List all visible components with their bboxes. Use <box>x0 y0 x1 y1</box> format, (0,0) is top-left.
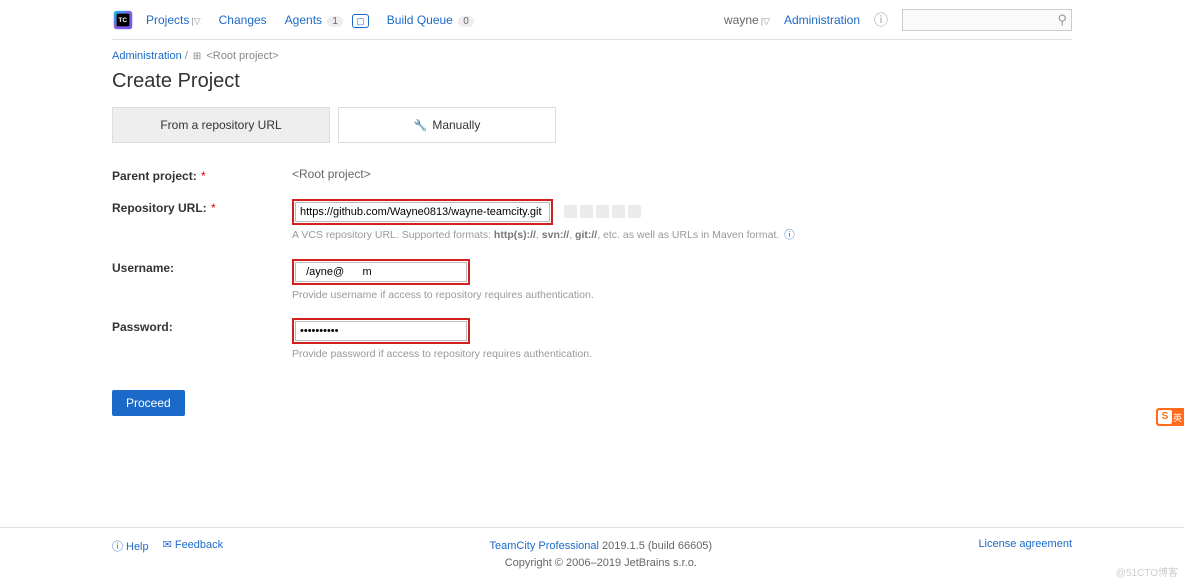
help-circle-icon: ⓘ <box>112 541 123 553</box>
repository-url-input[interactable] <box>295 202 550 222</box>
help-icon[interactable]: ⓘ <box>874 10 888 30</box>
parent-project-value[interactable]: <Root project> <box>292 167 371 181</box>
password-highlight-box <box>292 318 470 344</box>
user-menu[interactable]: wayne|▽ <box>724 13 770 27</box>
agents-count-badge: 1 <box>327 16 343 27</box>
nav-projects[interactable]: Projects|▽ <box>146 13 201 27</box>
footer-license[interactable]: License agreement <box>978 538 1072 550</box>
page-title: Create Project <box>112 70 1072 93</box>
row-parent-project: Parent project: * <Root project> <box>112 167 1072 183</box>
password-hint: Provide password if access to repository… <box>292 347 1072 362</box>
search-icon: ⚲ <box>1057 12 1067 28</box>
create-mode-tabs: From a repository URL 🔧 Manually <box>112 107 1072 143</box>
header-right: wayne|▽ Administration ⓘ ⚲ <box>724 9 1072 31</box>
nav-build-queue[interactable]: Build Queue <box>387 13 453 27</box>
pin-icon[interactable]: ▢ <box>352 14 369 28</box>
footer-product[interactable]: TeamCity Professional <box>490 540 599 552</box>
footer-copyright: Copyright © 2006–2019 JetBrains s.r.o. <box>223 555 978 572</box>
grid-icon: ⊞ <box>193 51 201 62</box>
username-highlight-box <box>292 259 470 285</box>
watermark: @51CTO博客 <box>1116 564 1178 579</box>
vcs-icon-3 <box>596 205 609 218</box>
search-input[interactable]: ⚲ <box>902 9 1072 31</box>
tab-from-repo-url[interactable]: From a repository URL <box>112 107 330 143</box>
nav-administration[interactable]: Administration <box>784 13 860 27</box>
footer-help[interactable]: ⓘHelp <box>112 538 149 554</box>
nav-changes[interactable]: Changes <box>219 13 267 27</box>
build-queue-count-badge: 0 <box>458 16 474 27</box>
teamcity-logo: TC <box>112 9 134 31</box>
vcs-icon-5 <box>628 205 641 218</box>
breadcrumb: Administration / ⊞ <Root project> <box>112 40 1072 66</box>
username-input[interactable] <box>295 262 467 282</box>
side-badge[interactable]: S英 <box>1156 408 1184 426</box>
tab-manually[interactable]: 🔧 Manually <box>338 107 556 143</box>
footer-feedback[interactable]: ✉Feedback <box>163 538 224 554</box>
svg-text:TC: TC <box>118 16 127 23</box>
row-repository-url: Repository URL: * A VCS repository URL. … <box>112 199 1072 243</box>
breadcrumb-root: <Root project> <box>206 50 278 62</box>
main-nav: Projects|▽ Changes Agents 1 ▢ Build Queu… <box>146 13 474 27</box>
footer: ⓘHelp ✉Feedback TeamCity Professional 20… <box>0 527 1184 581</box>
vcs-icon-1 <box>564 205 577 218</box>
vcs-icon-4 <box>612 205 625 218</box>
header: TC Projects|▽ Changes Agents 1 ▢ Build Q… <box>112 0 1072 40</box>
proceed-button[interactable]: Proceed <box>112 390 185 416</box>
url-highlight-box <box>292 199 553 225</box>
wrench-icon: 🔧 <box>414 119 428 132</box>
url-hint: A VCS repository URL. Supported formats:… <box>292 228 1072 243</box>
envelope-icon: ✉ <box>163 539 172 551</box>
row-password: Password: Provide password if access to … <box>112 318 1072 362</box>
password-input[interactable] <box>295 321 467 341</box>
url-help-icon[interactable]: ⓘ <box>784 229 795 241</box>
username-hint: Provide username if access to repository… <box>292 288 1072 303</box>
breadcrumb-admin[interactable]: Administration <box>112 50 182 62</box>
row-username: Username: Provide username if access to … <box>112 259 1072 303</box>
nav-agents[interactable]: Agents <box>285 13 322 27</box>
vcs-icons <box>564 205 641 218</box>
vcs-icon-2 <box>580 205 593 218</box>
